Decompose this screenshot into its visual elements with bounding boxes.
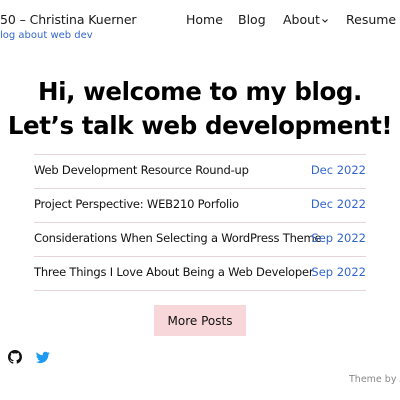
main-nav: Home Blog About Resume bbox=[0, 12, 400, 30]
post-date[interactable]: Sep 2022 bbox=[311, 231, 366, 245]
post-item: Web Development Resource Round-up Dec 20… bbox=[34, 154, 366, 188]
post-item: Project Perspective: WEB210 Porfolio Dec… bbox=[34, 188, 366, 222]
post-date[interactable]: Sep 2022 bbox=[311, 265, 366, 279]
post-item: Three Things I Love About Being a Web De… bbox=[34, 256, 366, 291]
hero-heading: Hi, welcome to my blog. Let’s talk web d… bbox=[0, 75, 400, 143]
post-title[interactable]: Considerations When Selecting a WordPres… bbox=[34, 231, 322, 245]
nav-home[interactable]: Home bbox=[186, 12, 223, 27]
post-date[interactable]: Dec 2022 bbox=[311, 163, 366, 177]
site-tagline: log about web dev bbox=[0, 30, 93, 41]
post-item: Considerations When Selecting a WordPres… bbox=[34, 222, 366, 256]
post-title[interactable]: Web Development Resource Round-up bbox=[34, 163, 249, 177]
footer-credit: Theme by A bbox=[349, 374, 400, 385]
post-title[interactable]: Three Things I Love About Being a Web De… bbox=[34, 265, 314, 279]
chevron-down-icon bbox=[322, 19, 328, 23]
post-list: Web Development Resource Round-up Dec 20… bbox=[34, 154, 366, 291]
hero-line-1: Hi, welcome to my blog. bbox=[38, 77, 362, 106]
nav-about[interactable]: About bbox=[283, 12, 328, 27]
twitter-icon[interactable] bbox=[36, 351, 50, 364]
github-icon[interactable] bbox=[8, 350, 22, 364]
post-title[interactable]: Project Perspective: WEB210 Porfolio bbox=[34, 197, 239, 211]
hero-line-2: Let’s talk web development! bbox=[7, 111, 393, 140]
nav-about-label: About bbox=[283, 12, 320, 27]
nav-resume[interactable]: Resume bbox=[346, 12, 396, 27]
nav-blog[interactable]: Blog bbox=[238, 12, 266, 27]
post-date[interactable]: Dec 2022 bbox=[311, 197, 366, 211]
footer-credit-text: Theme by bbox=[349, 374, 400, 385]
more-posts-button[interactable]: More Posts bbox=[154, 305, 246, 336]
